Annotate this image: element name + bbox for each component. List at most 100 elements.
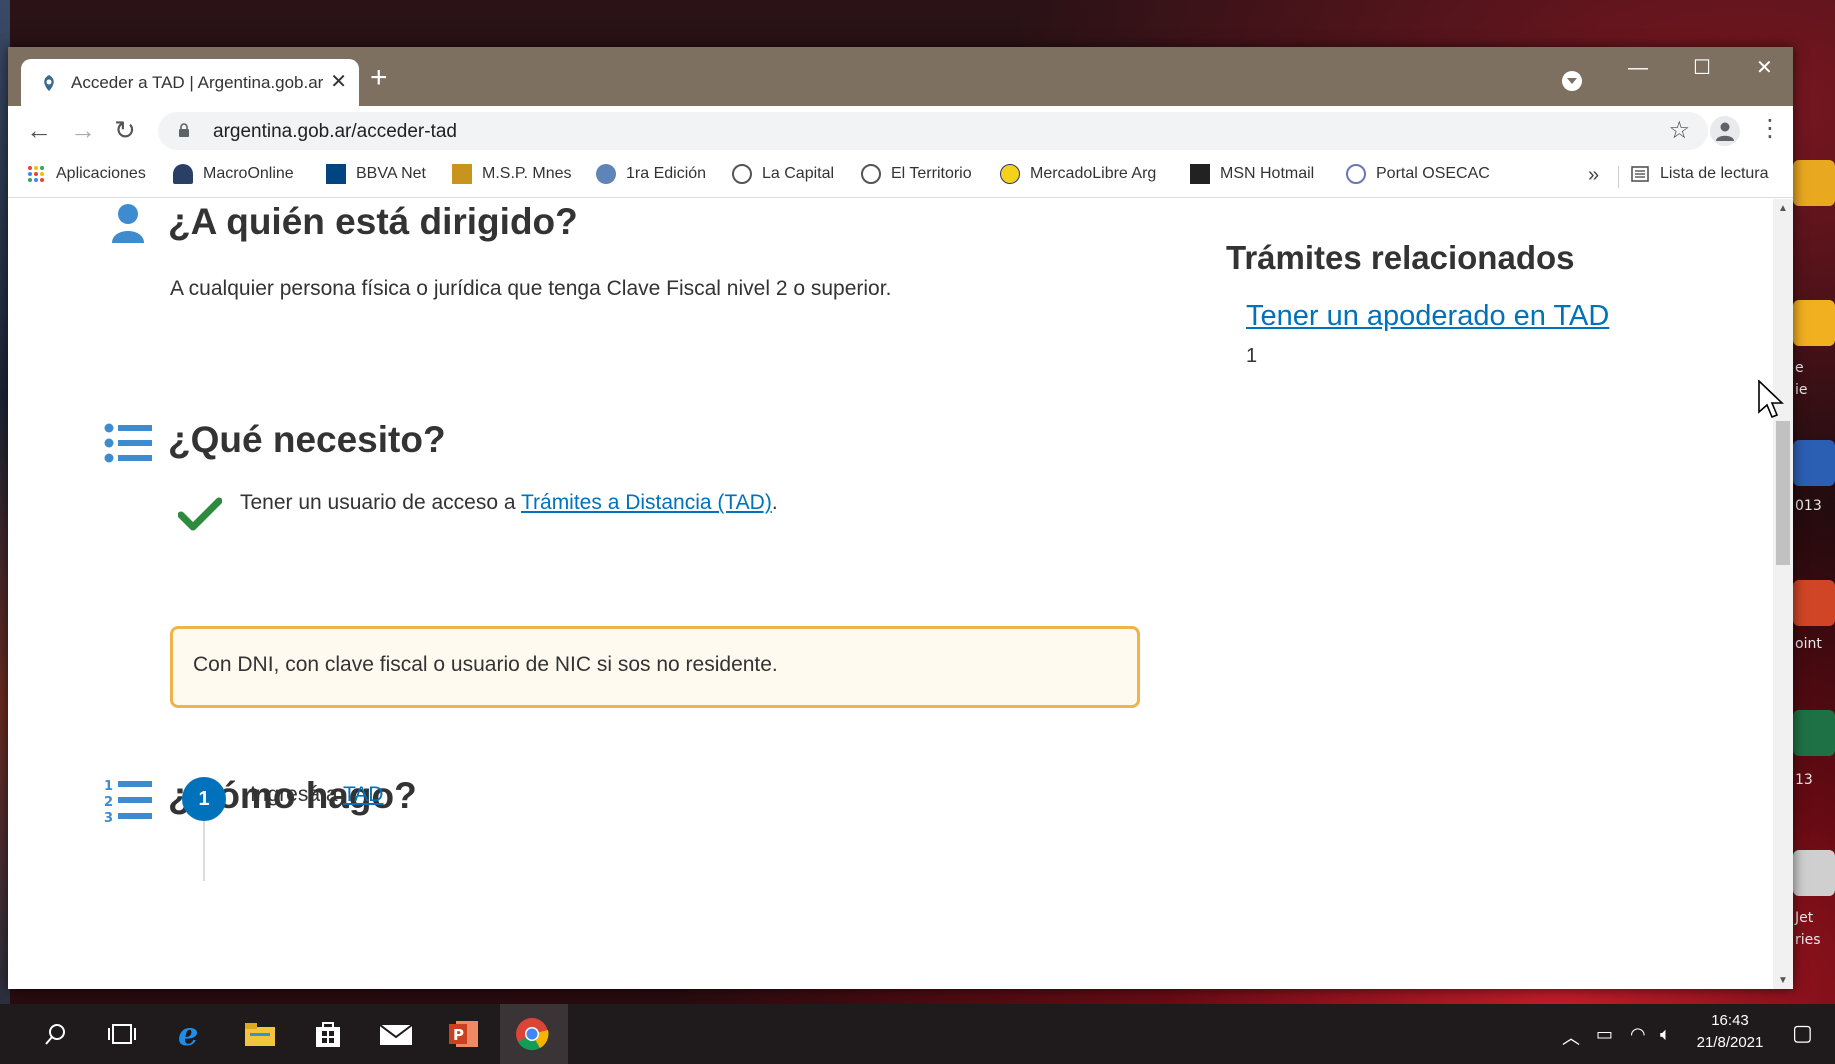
bookmark-label: El Territorio xyxy=(891,165,972,182)
page-scrollbar[interactable]: ▲ ▼ xyxy=(1773,199,1793,989)
close-window-button[interactable]: ✕ xyxy=(1756,53,1773,83)
volume-icon[interactable]: 🔈︎ xyxy=(1660,1024,1671,1045)
bookmarks-divider xyxy=(1618,166,1619,188)
profile-avatar-icon[interactable] xyxy=(1710,116,1740,146)
msp-icon xyxy=(452,164,472,184)
globe-icon xyxy=(596,164,616,184)
svg-text:e: e xyxy=(178,1017,198,1051)
bookmark-item[interactable]: MSN Hotmail xyxy=(1190,164,1314,184)
bookmark-item[interactable]: BBVA Net xyxy=(326,164,426,184)
desktop-icon-label: ie xyxy=(1795,382,1808,398)
notifications-icon[interactable]: ▢ xyxy=(1792,1020,1813,1046)
scroll-up-icon[interactable]: ▲ xyxy=(1778,203,1788,214)
browser-titlebar: Acceder a TAD | Argentina.gob.ar ✕ + — ☐… xyxy=(8,47,1793,106)
bookmarks-bar: Aplicaciones MacroOnline BBVA Net M.S.P.… xyxy=(8,156,1793,198)
related-procedure-count: 1 xyxy=(1246,345,1258,367)
bookmark-item[interactable]: MacroOnline xyxy=(173,164,294,184)
lock-icon xyxy=(179,123,189,137)
svg-text:P: P xyxy=(453,1026,464,1044)
bookmark-label: Aplicaciones xyxy=(56,165,146,182)
clock-date: 21/8/2021 xyxy=(1696,1034,1764,1051)
info-alert: Con DNI, con clave fiscal o usuario de N… xyxy=(170,626,1140,708)
apps-grid-icon xyxy=(28,166,44,182)
step-number-badge: 1 xyxy=(182,777,226,821)
desktop-app-icon[interactable] xyxy=(1793,160,1835,206)
desktop-word-icon[interactable] xyxy=(1793,440,1835,486)
checkmark-icon xyxy=(178,497,222,531)
minimize-button[interactable]: — xyxy=(1628,53,1648,83)
url-text: argentina.gob.ar/acceder-tad xyxy=(213,121,457,142)
desktop-icons-right: e ie 013 oint 13 Jet ries xyxy=(1793,160,1835,980)
bookmark-label: 1ra Edición xyxy=(626,165,707,182)
wifi-icon[interactable]: ◠ xyxy=(1630,1024,1646,1045)
maximize-button[interactable]: ☐ xyxy=(1693,53,1711,83)
numbered-list-icon: 1 2 3 xyxy=(104,779,152,823)
step-connector-line xyxy=(203,821,205,881)
mail-icon[interactable] xyxy=(376,1014,416,1054)
tad-link[interactable]: Trámites a Distancia (TAD) xyxy=(521,491,772,514)
desktop-printer-icon[interactable] xyxy=(1793,850,1835,896)
taskbar-clock[interactable]: 16:43 21/8/2021 xyxy=(1690,1010,1770,1054)
browser-tab[interactable]: Acceder a TAD | Argentina.gob.ar ✕ xyxy=(21,59,359,106)
osecac-icon xyxy=(1346,164,1366,184)
svg-text:1: 1 xyxy=(104,779,113,794)
scroll-down-icon[interactable]: ▼ xyxy=(1778,975,1788,986)
section-title-dirigido: ¿A quién está dirigido? xyxy=(168,201,578,242)
desktop-excel-icon[interactable] xyxy=(1793,710,1835,756)
globe-icon xyxy=(732,164,752,184)
desktop-powerpoint-icon[interactable] xyxy=(1793,580,1835,626)
powerpoint-icon[interactable]: P xyxy=(444,1014,484,1054)
bookmark-item[interactable]: MercadoLibre Arg xyxy=(1000,164,1156,184)
search-icon[interactable] xyxy=(36,1014,76,1054)
scrollbar-thumb[interactable] xyxy=(1776,421,1790,565)
internet-explorer-icon[interactable]: e xyxy=(172,1014,212,1054)
page-content: ¿A quién está dirigido? A cualquier pers… xyxy=(8,199,1773,989)
tray-expand-icon[interactable]: ︿ xyxy=(1562,1024,1580,1050)
chrome-icon[interactable] xyxy=(512,1014,552,1054)
battery-icon[interactable]: ▭ xyxy=(1596,1024,1613,1045)
reading-list-label: Lista de lectura xyxy=(1660,165,1769,182)
macro-icon xyxy=(173,164,193,184)
new-tab-button[interactable]: + xyxy=(370,63,388,93)
requirement-suffix: . xyxy=(771,491,778,514)
task-view-icon[interactable] xyxy=(102,1014,142,1054)
bookmark-label: M.S.P. Mnes xyxy=(482,165,572,182)
bookmark-item[interactable]: El Territorio xyxy=(861,164,972,184)
bookmark-item[interactable]: M.S.P. Mnes xyxy=(452,164,572,184)
tab-close-icon[interactable]: ✕ xyxy=(330,71,347,93)
browser-window: Acceder a TAD | Argentina.gob.ar ✕ + — ☐… xyxy=(8,47,1793,989)
related-procedure-link[interactable]: Tener un apoderado en TAD xyxy=(1246,300,1609,333)
desktop-app-icon[interactable] xyxy=(1793,300,1835,346)
desktop-icon-label: ries xyxy=(1795,932,1821,948)
forward-arrow-icon[interactable]: → xyxy=(70,115,96,145)
address-bar[interactable]: argentina.gob.ar/acceder-tad ☆ xyxy=(158,112,1708,150)
desktop-icon-label: oint xyxy=(1795,636,1822,652)
bookmark-label: MSN Hotmail xyxy=(1220,165,1315,182)
bookmark-item[interactable]: La Capital xyxy=(732,164,834,184)
bookmark-item[interactable]: Portal OSECAC xyxy=(1346,164,1490,184)
section-title-necesito: ¿Qué necesito? xyxy=(168,419,446,460)
reload-icon[interactable]: ↻ xyxy=(114,115,136,145)
back-arrow-icon[interactable]: ← xyxy=(26,115,52,145)
tab-search-icon[interactable] xyxy=(1562,71,1582,91)
argentina-favicon-icon xyxy=(44,74,54,91)
tad-step-link[interactable]: TAD xyxy=(343,783,383,806)
bookmark-star-icon[interactable]: ☆ xyxy=(1668,116,1690,145)
mercadolibre-icon xyxy=(1000,164,1020,184)
windows-taskbar: e P ︿ ▭ ◠ 🔈︎ 16:43 21/8/2021 ▢ xyxy=(0,1004,1835,1064)
bookmark-label: BBVA Net xyxy=(356,165,426,182)
section-text-dirigido: A cualquier persona física o jurídica qu… xyxy=(170,277,892,300)
bookmark-item[interactable]: 1ra Edición xyxy=(596,164,706,184)
browser-menu-icon[interactable]: ⋮ xyxy=(1758,114,1782,144)
bookmark-item[interactable]: Aplicaciones xyxy=(26,164,146,184)
desktop-icon-label: Jet xyxy=(1795,910,1814,926)
more-bookmarks-button[interactable]: » xyxy=(1588,164,1599,187)
reading-list-icon xyxy=(1631,166,1649,182)
tab-title: Acceder a TAD | Argentina.gob.ar xyxy=(71,72,324,92)
step-text: Ingresá a TAD xyxy=(250,783,383,807)
file-explorer-icon[interactable] xyxy=(240,1014,280,1054)
bbva-icon xyxy=(326,164,346,184)
store-icon[interactable] xyxy=(308,1014,348,1054)
reading-list-button[interactable]: Lista de lectura xyxy=(1630,164,1769,184)
person-icon xyxy=(112,204,144,243)
